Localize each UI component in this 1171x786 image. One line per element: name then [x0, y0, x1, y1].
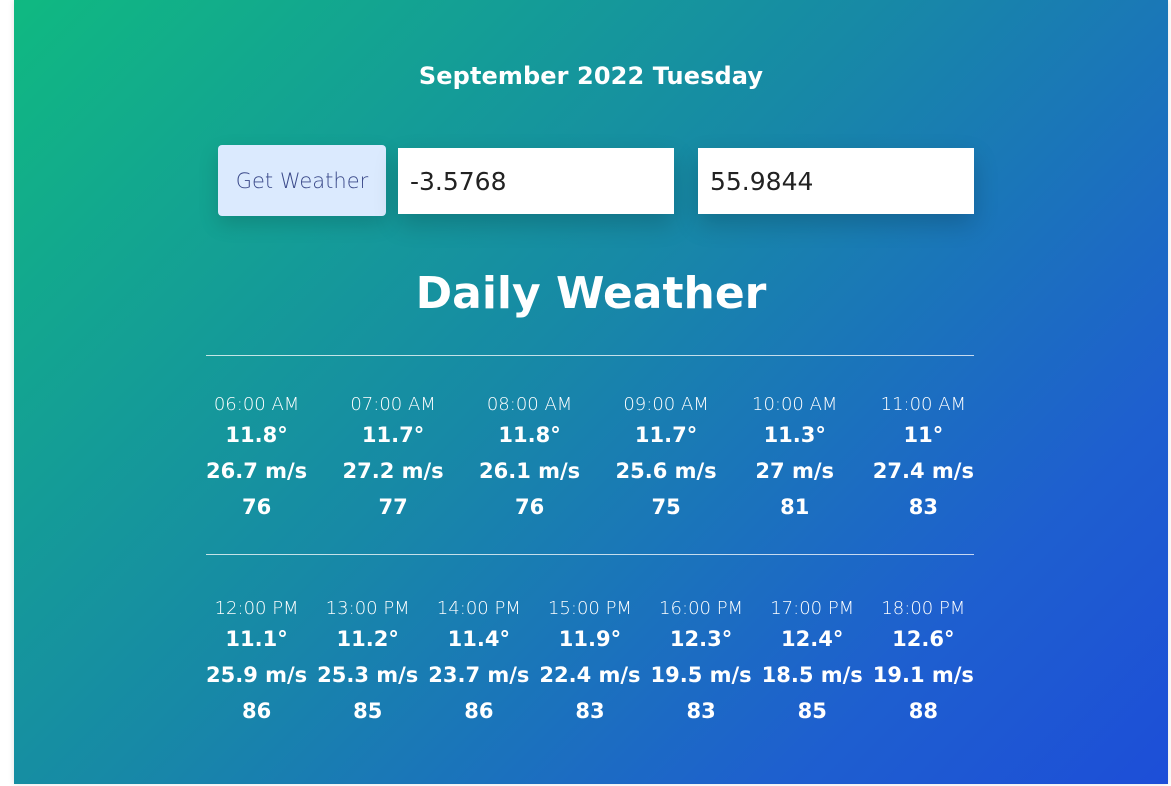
- hour-wind-speed: 27 m/s: [755, 459, 835, 483]
- hour-temperature: 11.9°: [558, 627, 622, 651]
- get-weather-button[interactable]: Get Weather: [218, 145, 386, 216]
- hour-humidity: 86: [241, 699, 272, 723]
- hourly-item: 16:00 PM 12.3° 19.5 m/s 83: [651, 597, 752, 729]
- hour-temperature: 11.3°: [763, 423, 826, 447]
- hour-temperature: 11.7°: [361, 423, 425, 447]
- hourly-row-afternoon: 12:00 PM 11.1° 25.9 m/s 86 13:00 PM 11.2…: [206, 597, 974, 729]
- hour-wind-speed: 27.4 m/s: [872, 459, 974, 483]
- hourly-item: 13:00 PM 11.2° 25.3 m/s 85: [317, 597, 418, 729]
- hourly-item: 10:00 AM 11.3° 27 m/s 81: [752, 393, 837, 525]
- hour-temperature: 11.7°: [634, 423, 698, 447]
- hour-wind-speed: 25.6 m/s: [615, 459, 717, 483]
- hour-temperature: 12.4°: [781, 627, 844, 651]
- hour-humidity: 85: [353, 699, 383, 723]
- hourly-item: 07:00 AM 11.7° 27.2 m/s 77: [343, 393, 444, 525]
- hour-humidity: 85: [797, 699, 827, 723]
- hour-humidity: 76: [514, 495, 545, 519]
- hourly-item: 14:00 PM 11.4° 23.7 m/s 86: [428, 597, 529, 729]
- hour-time: 07:00 AM: [350, 394, 436, 415]
- hour-time: 16:00 PM: [659, 598, 744, 619]
- hour-temperature: 11.1°: [225, 627, 288, 651]
- hour-humidity: 81: [780, 495, 810, 519]
- hourly-item: 18:00 PM 12.6° 19.1 m/s 88: [873, 597, 974, 729]
- hour-temperature: 11.8°: [498, 423, 561, 447]
- hour-time: 14:00 PM: [436, 598, 521, 619]
- weather-panel: September 2022 Tuesday Get Weather Daily…: [14, 0, 1168, 784]
- hourly-item: 08:00 AM 11.8° 26.1 m/s 76: [479, 393, 580, 525]
- hourly-item: 06:00 AM 11.8° 26.7 m/s 76: [206, 393, 307, 525]
- hourly-row-morning: 06:00 AM 11.8° 26.7 m/s 76 07:00 AM 11.7…: [206, 393, 974, 525]
- hour-wind-speed: 18.5 m/s: [761, 663, 863, 687]
- hour-humidity: 76: [241, 495, 272, 519]
- hour-time: 12:00 PM: [214, 598, 299, 619]
- hour-humidity: 86: [464, 699, 494, 723]
- hour-wind-speed: 25.3 m/s: [317, 663, 419, 687]
- hourly-item: 11:00 AM 11° 27.4 m/s 83: [873, 393, 974, 525]
- hour-time: 11:00 AM: [880, 394, 967, 415]
- hour-wind-speed: 26.7 m/s: [206, 459, 308, 483]
- hour-wind-speed: 27.2 m/s: [342, 459, 444, 483]
- hour-wind-speed: 19.1 m/s: [872, 663, 974, 687]
- hour-temperature: 11.2°: [336, 627, 399, 651]
- hour-humidity: 83: [575, 699, 605, 723]
- hour-time: 13:00 PM: [325, 598, 410, 619]
- hourly-item: 17:00 PM 12.4° 18.5 m/s 85: [762, 597, 863, 729]
- hour-humidity: 77: [378, 495, 408, 519]
- hour-temperature: 11.4°: [447, 627, 510, 651]
- divider: [206, 554, 974, 555]
- hour-time: 18:00 PM: [881, 598, 966, 619]
- longitude-input[interactable]: [398, 148, 674, 214]
- hour-time: 09:00 AM: [623, 394, 709, 415]
- divider: [206, 355, 974, 356]
- hour-wind-speed: 25.9 m/s: [206, 663, 308, 687]
- hour-temperature: 12.6°: [892, 627, 955, 651]
- hour-temperature: 12.3°: [669, 627, 733, 651]
- hour-humidity: 83: [686, 699, 716, 723]
- date-title: September 2022 Tuesday: [418, 62, 764, 90]
- daily-weather-title: Daily Weather: [415, 268, 767, 319]
- hourly-item: 09:00 AM 11.7° 25.6 m/s 75: [616, 393, 717, 525]
- hour-wind-speed: 23.7 m/s: [428, 663, 530, 687]
- hour-wind-speed: 26.1 m/s: [479, 459, 581, 483]
- hourly-item: 15:00 PM 11.9° 22.4 m/s 83: [539, 597, 640, 729]
- hour-time: 15:00 PM: [547, 598, 632, 619]
- hour-temperature: 11°: [903, 423, 944, 447]
- hour-wind-speed: 22.4 m/s: [539, 663, 641, 687]
- hour-time: 17:00 PM: [770, 598, 855, 619]
- hour-time: 10:00 AM: [752, 394, 838, 415]
- hour-humidity: 83: [908, 495, 938, 519]
- hour-humidity: 75: [651, 495, 681, 519]
- hour-temperature: 11.8°: [225, 423, 288, 447]
- latitude-input[interactable]: [698, 148, 974, 214]
- hour-time: 06:00 AM: [213, 394, 300, 415]
- hourly-item: 12:00 PM 11.1° 25.9 m/s 86: [206, 597, 307, 729]
- hour-time: 08:00 AM: [486, 394, 573, 415]
- hour-humidity: 88: [908, 699, 938, 723]
- hour-wind-speed: 19.5 m/s: [650, 663, 752, 687]
